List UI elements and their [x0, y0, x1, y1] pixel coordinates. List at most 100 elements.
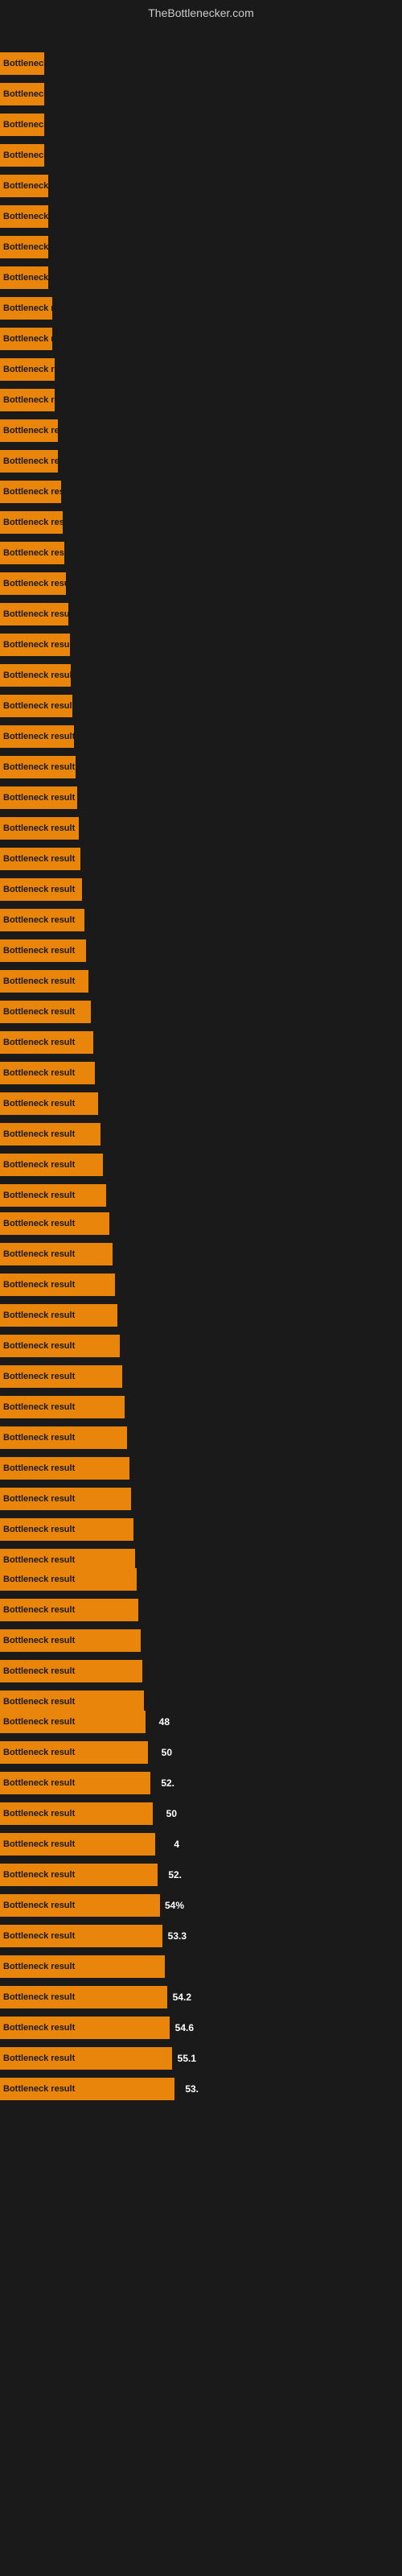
- bar-row: Bottleneck result: [0, 1951, 402, 1982]
- bar-value: 55.1: [178, 2053, 196, 2064]
- bar-row: Bottleneck result53.: [0, 2074, 402, 2104]
- bar-label: Bottleneck result: [3, 1007, 75, 1017]
- bar: Bottleneck result52.: [0, 1864, 158, 1886]
- bar-label: Bottleneck result: [3, 1402, 75, 1412]
- bar: Bottleneck result: [0, 1518, 133, 1541]
- bar: Bottleneck result: [0, 725, 74, 748]
- bar-row: Bottleneck result: [0, 1300, 402, 1331]
- bar: Bottleneck result: [0, 1955, 165, 1978]
- bar: Bottleneck result4: [0, 1833, 155, 1856]
- bar: Bottleneck result50: [0, 1802, 153, 1825]
- bar: Bottleneck result: [0, 205, 48, 228]
- bar: Bottleneck result: [0, 52, 44, 75]
- bar: Bottleneck result: [0, 358, 55, 381]
- bar-row: Bottleneck result: [0, 507, 402, 538]
- bar: Bottleneck result: [0, 1243, 113, 1265]
- bar: Bottleneck result: [0, 1629, 141, 1652]
- bar-row: Bottleneck result: [0, 1119, 402, 1150]
- bar-label: Bottleneck result: [3, 89, 75, 99]
- bar-row: Bottleneck result: [0, 752, 402, 782]
- bar-row: Bottleneck result: [0, 538, 402, 568]
- bar-label: Bottleneck result: [3, 518, 75, 527]
- bar-label: Bottleneck result: [3, 1372, 75, 1381]
- bar: Bottleneck result: [0, 664, 71, 687]
- bar-label: Bottleneck result: [3, 2054, 75, 2063]
- bar-row: Bottleneck result 55.1: [0, 2043, 402, 2074]
- bar: Bottleneck result: [0, 909, 84, 931]
- bar-value: 53.: [185, 2083, 199, 2095]
- bar: Bottleneck result54%: [0, 1894, 160, 1917]
- bar: Bottleneck result: [0, 542, 64, 564]
- bar-row: Bottleneck result: [0, 109, 402, 140]
- bar-row: Bottleneck result: [0, 232, 402, 262]
- bar: Bottleneck result: [0, 175, 48, 197]
- bar-label: Bottleneck result: [3, 1129, 75, 1139]
- bar-label: Bottleneck result: [3, 181, 75, 191]
- site-title: TheBottlenecker.com: [0, 6, 402, 19]
- bar: Bottleneck result: [0, 1396, 125, 1418]
- bar: Bottleneck result: [0, 1274, 115, 1296]
- bar-label: Bottleneck result: [3, 365, 75, 374]
- bar-row: Bottleneck result54%: [0, 1890, 402, 1921]
- bar-row: Bottleneck result: [0, 1595, 402, 1625]
- bar-label: Bottleneck result: [3, 395, 75, 405]
- bar-label: Bottleneck result: [3, 1249, 75, 1259]
- bar: Bottleneck result: [0, 695, 72, 717]
- bar-label: Bottleneck result: [3, 1341, 75, 1351]
- bar: Bottleneck result: [0, 1488, 131, 1510]
- bar: Bottleneck result: [0, 1001, 91, 1023]
- bar: Bottleneck result: [0, 450, 58, 473]
- bar-label: Bottleneck result: [3, 1717, 75, 1727]
- bar: Bottleneck result: [0, 817, 79, 840]
- bar-row: Bottleneck result: [0, 660, 402, 691]
- bar: Bottleneck result: [0, 1184, 106, 1207]
- bar-row: Bottleneck result: [0, 293, 402, 324]
- bar: Bottleneck result: [0, 297, 52, 320]
- bar-label: Bottleneck result: [3, 793, 75, 803]
- bar-row: Bottleneck result: [0, 385, 402, 415]
- bar-value: 54.2: [173, 1992, 191, 2003]
- bar-row: Bottleneck result: [0, 48, 402, 79]
- bar: Bottleneck result: [0, 878, 82, 901]
- bar-row: Bottleneck result: [0, 324, 402, 354]
- bar: Bottleneck result: [0, 511, 63, 534]
- bar: Bottleneck result: [0, 848, 80, 870]
- bar-row: Bottleneck result: [0, 997, 402, 1027]
- bar-value: 54.6: [175, 2022, 194, 2033]
- bar-label: Bottleneck result: [3, 1931, 75, 1941]
- bar-row: Bottleneck result: [0, 966, 402, 997]
- bar-row: Bottleneck result: [0, 630, 402, 660]
- bar: Bottleneck result50: [0, 1741, 148, 1764]
- bar-row: Bottleneck result: [0, 79, 402, 109]
- bar: Bottleneck result: [0, 756, 76, 778]
- bar-row: Bottleneck result: [0, 599, 402, 630]
- bar-label: Bottleneck result: [3, 1068, 75, 1078]
- bar-label: Bottleneck result: [3, 303, 75, 313]
- bar-row: Bottleneck result: [0, 1208, 402, 1239]
- bar-row: Bottleneck result: [0, 935, 402, 966]
- bar-label: Bottleneck result: [3, 1219, 75, 1228]
- bar: Bottleneck result53.: [0, 2078, 174, 2100]
- bar-value: 54%: [165, 1900, 184, 1911]
- bar: Bottleneck result: [0, 1335, 120, 1357]
- bar-label: Bottleneck result: [3, 1191, 75, 1200]
- bar-label: Bottleneck result: [3, 1280, 75, 1290]
- bar-row: Bottleneck result: [0, 1422, 402, 1453]
- bar: Bottleneck result: [0, 1426, 127, 1449]
- bar-label: Bottleneck result: [3, 1463, 75, 1473]
- bar: Bottleneck result: [0, 481, 61, 503]
- bar-row: Bottleneck result: [0, 415, 402, 446]
- bar-label: Bottleneck result: [3, 334, 75, 344]
- bar-label: Bottleneck result: [3, 854, 75, 864]
- bar-row: Bottleneck result: [0, 844, 402, 874]
- bar: Bottleneck result: [0, 1154, 103, 1176]
- bar-row: Bottleneck result50: [0, 1737, 402, 1768]
- bar-label: Bottleneck result: [3, 2023, 75, 2033]
- bar-row: Bottleneck result: [0, 477, 402, 507]
- bar-label: Bottleneck result: [3, 885, 75, 894]
- bar: Bottleneck result54.2: [0, 1986, 167, 2008]
- bar: Bottleneck result: [0, 634, 70, 656]
- bar-label: Bottleneck result: [3, 1697, 75, 1707]
- bar-value: 52.: [168, 1869, 182, 1880]
- bar-value: 53.3: [168, 1930, 187, 1942]
